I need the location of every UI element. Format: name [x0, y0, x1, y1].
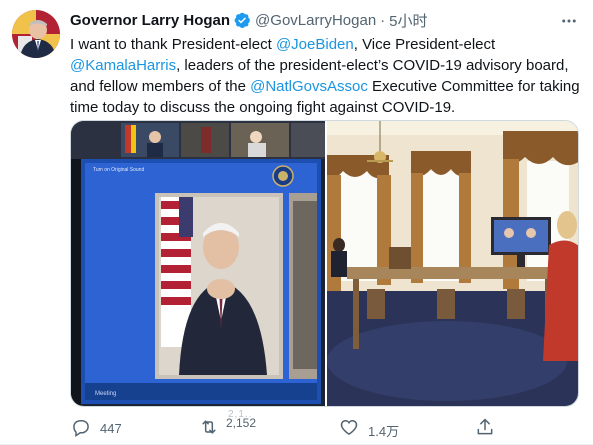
author-name[interactable]: Governor Larry Hogan — [70, 12, 230, 29]
tweet-timestamp[interactable]: 5小时 — [389, 10, 427, 31]
reply-count: 447 — [100, 421, 122, 436]
retweet-action[interactable]: 2,1.. 2,152 — [198, 409, 288, 445]
reply-action[interactable]: 447 — [70, 412, 122, 445]
mention-link[interactable]: @NatlGovsAssoc — [250, 78, 368, 95]
photo-caption: Tum on Original Sound — [93, 167, 144, 173]
tweet-text-segment: I want to thank President-elect — [70, 36, 276, 53]
author-avatar[interactable] — [12, 10, 60, 58]
tweet-media: Tum on Original Sound Meeting — [70, 120, 579, 407]
verified-badge-icon — [233, 11, 251, 29]
mention-link[interactable]: @KamalaHarris — [70, 57, 176, 74]
header-separator: · — [380, 11, 386, 29]
photo-conference-room[interactable] — [327, 121, 578, 406]
share-upload-icon — [474, 416, 496, 438]
tweet-text: I want to thank President-elect @JoeBide… — [70, 34, 582, 118]
like-count: 1.4万 — [368, 424, 400, 439]
tweet-actions: 447 2,1.. 2,152 1.4万 — [70, 409, 582, 445]
heart-icon — [338, 416, 360, 438]
more-dots-icon[interactable] — [556, 8, 582, 34]
reply-bubble-icon — [70, 416, 92, 438]
tweet-text-segment: , Vice President-elect — [353, 36, 496, 53]
like-action[interactable]: 1.4万 — [338, 412, 399, 445]
photo-video-call[interactable]: Tum on Original Sound Meeting — [71, 121, 325, 406]
avatar-image — [12, 10, 60, 58]
tweet[interactable]: Governor Larry Hogan @GovLarryHogan · 5小… — [0, 0, 593, 445]
retweet-count: 2,152 — [226, 416, 257, 430]
author-handle[interactable]: @GovLarryHogan — [255, 12, 376, 29]
retweet-arrows-icon — [198, 416, 220, 438]
mention-link[interactable]: @JoeBiden — [276, 36, 354, 53]
tweet-header: Governor Larry Hogan @GovLarryHogan · 5小… — [70, 10, 428, 30]
share-action[interactable] — [474, 412, 496, 445]
photo-menu: Meeting — [95, 391, 116, 397]
